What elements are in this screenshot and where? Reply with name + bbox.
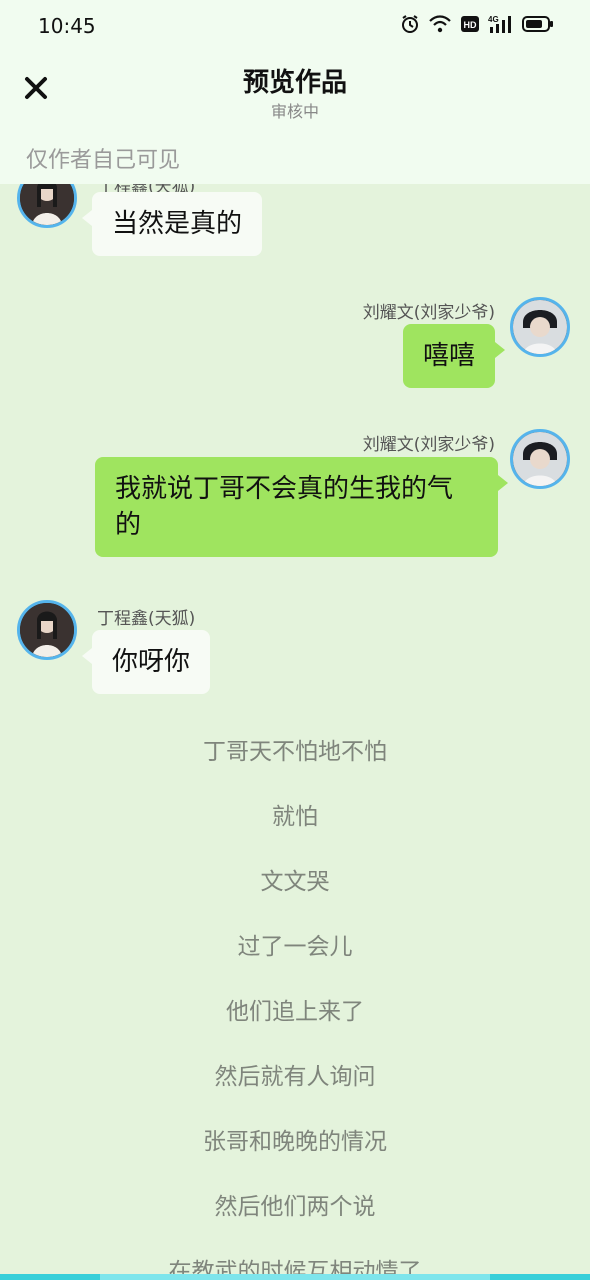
svg-text:4G: 4G [488, 15, 499, 24]
status-bar: 10:45 HD 4G [0, 0, 590, 52]
avatar-liu[interactable] [510, 297, 570, 357]
message-bubble-right[interactable]: 嘻嘻 [403, 324, 506, 388]
narration-line: 丁哥天不怕地不怕 [203, 739, 387, 765]
sender-name: 刘耀文(刘家少爷) [362, 303, 495, 323]
avatar-ding[interactable] [17, 600, 77, 660]
page-title: 预览作品 [242, 68, 347, 98]
review-status: 审核中 [270, 102, 319, 121]
header: 预览作品 审核中 仅作者自己可见 [0, 52, 590, 184]
status-time: 10:45 [38, 14, 96, 38]
sender-name: 丁程鑫(天狐) [97, 609, 196, 629]
wifi-icon [428, 14, 452, 34]
hd-icon: HD [460, 14, 480, 34]
narration-line: 张哥和晚晚的情况 [203, 1129, 387, 1155]
bottom-progress-bar [0, 1274, 590, 1280]
message-bubble-left[interactable]: 你呀你 [81, 630, 211, 694]
message-line: 的 [115, 510, 142, 540]
avatar-ding[interactable] [17, 184, 77, 228]
message-bubble-left[interactable]: 当然是真的 [81, 192, 263, 256]
sender-name: 刘耀文(刘家少爷) [362, 435, 495, 455]
narration-line: 然后他们两个说 [214, 1194, 376, 1220]
svg-text:HD: HD [464, 20, 477, 30]
chat-area[interactable]: 丁程鑫(天狐) 当然是真的 刘耀文(刘家少爷) 嘻嘻 刘耀文(刘家少爷) 我就说… [0, 184, 590, 1280]
narration-line: 过了一会儿 [237, 934, 353, 960]
narration-line: 就怕 [272, 804, 318, 830]
avatar-liu[interactable] [510, 429, 570, 489]
narration-line: 文文哭 [260, 869, 330, 895]
message-bubble-right[interactable]: 我就说丁哥不会真的生我的气 的 [95, 457, 508, 557]
signal-4g-icon: 4G [488, 14, 514, 34]
alarm-icon [400, 14, 420, 34]
narration-line: 然后就有人询问 [214, 1064, 376, 1090]
battery-icon [522, 14, 554, 34]
message-line: 我就说丁哥不会真的生我的气 [115, 474, 454, 504]
visibility-note: 仅作者自己可见 [26, 148, 181, 173]
status-icons: HD 4G [400, 14, 554, 34]
narration-line: 他们追上来了 [226, 999, 364, 1025]
